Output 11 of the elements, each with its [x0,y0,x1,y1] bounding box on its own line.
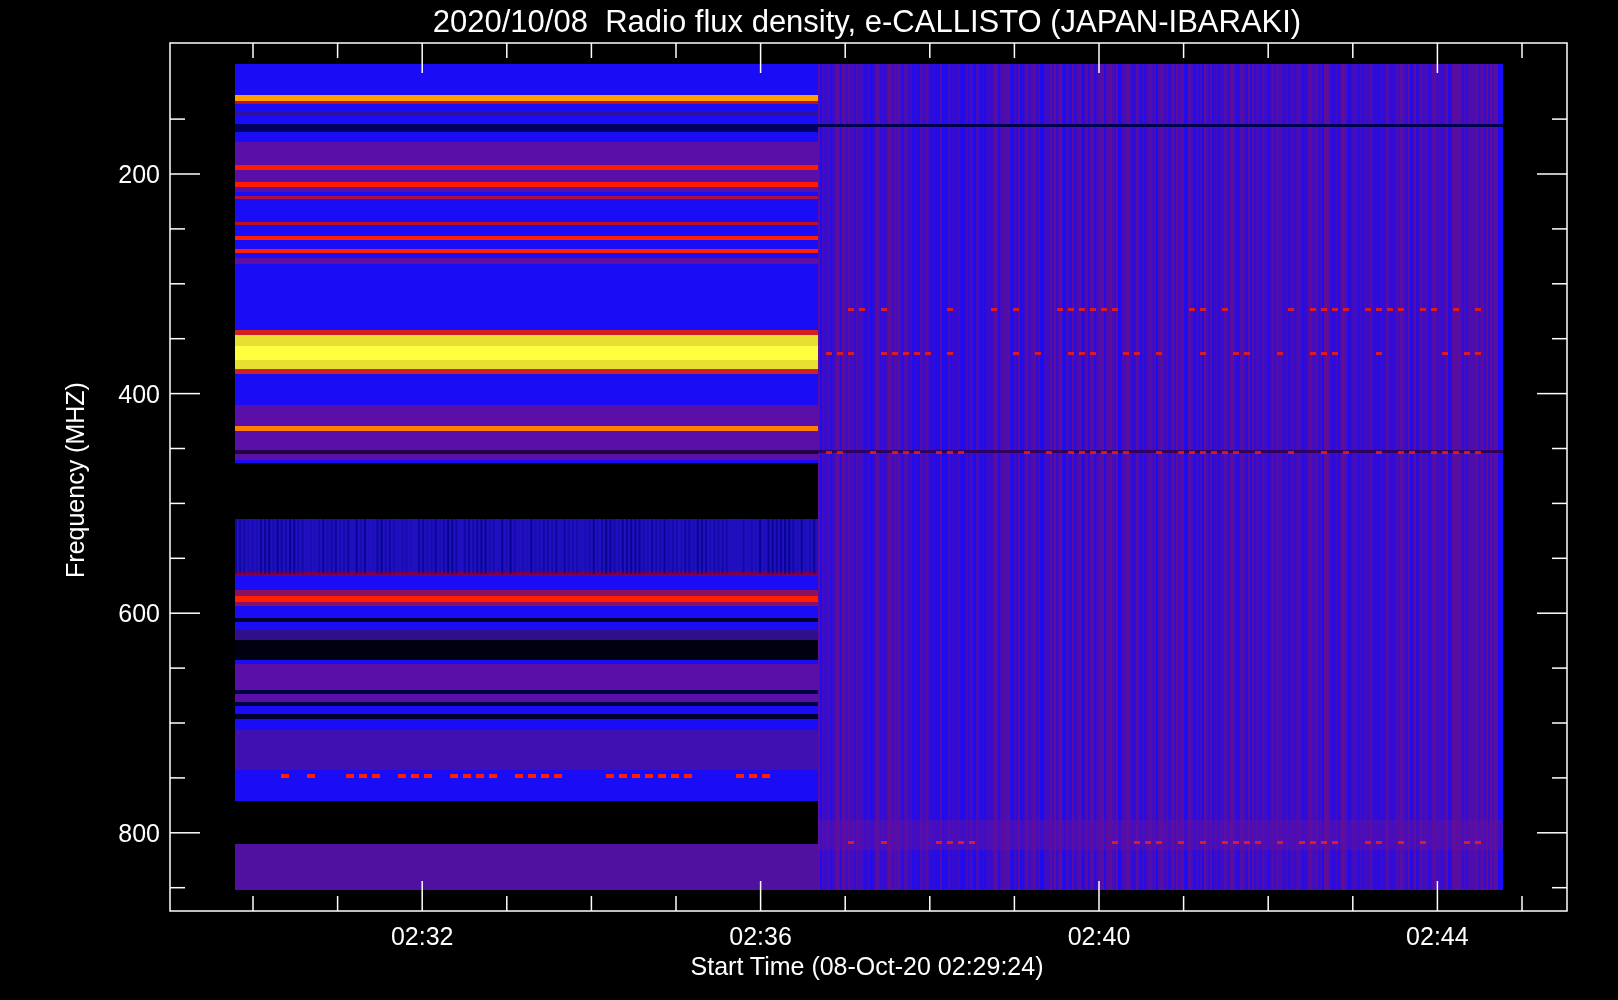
x-axis-label: Start Time (08-Oct-20 02:29:24) [690,952,1044,980]
y-tick-label: 800 [118,819,160,848]
y-tick-label: 400 [118,379,160,408]
x-tick-label: 02:36 [729,922,792,950]
y-tick-label: 600 [118,599,160,628]
x-tick-label: 02:44 [1406,922,1469,950]
x-tick-label: 02:40 [1067,922,1131,950]
y-tick-label: 200 [118,160,160,188]
chart-title: 2020/10/08 Radio flux density, e-CALLISTO (JAPAN-IBARAKI) [432,4,1302,39]
y-axis-label: Frequency (MHZ) [61,382,89,578]
x-tick-label: 02:32 [390,922,454,950]
